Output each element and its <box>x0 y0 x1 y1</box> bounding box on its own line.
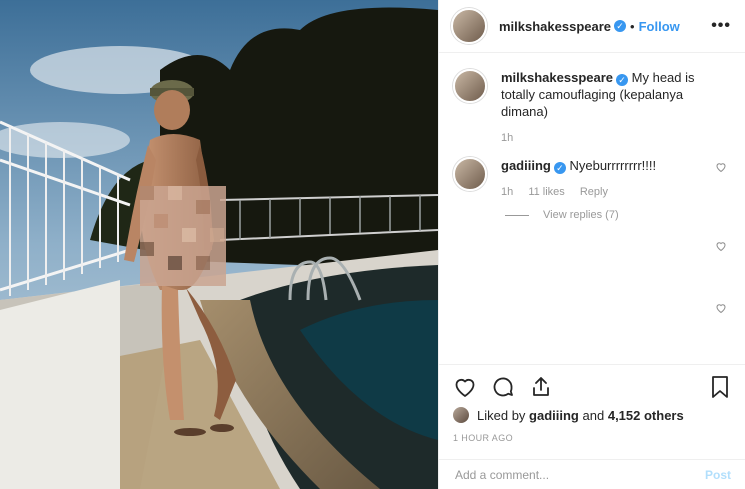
author-username[interactable]: milkshakesspeare <box>499 19 611 34</box>
likes-summary[interactable]: Liked by gadiiing and 4,152 others <box>453 407 731 423</box>
replies-divider <box>505 214 529 216</box>
likes-and: and <box>582 407 605 423</box>
post-side-panel: milkshakesspeare ✓ • Follow ••• milkshak… <box>438 0 745 489</box>
view-replies-label: View replies (7) <box>543 209 619 221</box>
comment-username[interactable]: gadiiing <box>501 158 551 173</box>
author-avatar[interactable] <box>451 8 487 44</box>
caption-meta: 1h <box>501 130 711 147</box>
post-timestamp[interactable]: 1 HOUR AGO <box>453 433 731 443</box>
share-icon[interactable] <box>529 375 553 399</box>
caption-username[interactable]: milkshakesspeare <box>501 70 613 85</box>
comments-list[interactable]: milkshakesspeare ✓ My head is totally cam… <box>439 53 745 364</box>
post-actions: Liked by gadiiing and 4,152 others 1 HOU… <box>439 364 745 443</box>
comment-meta: 1h 11 likes Reply <box>501 184 711 201</box>
caption-body: milkshakesspeare ✓ My head is totally cam… <box>501 69 711 147</box>
verified-badge-icon: ✓ <box>616 74 629 86</box>
comment-reply-button[interactable]: Reply <box>580 186 608 198</box>
small-heart-icon[interactable] <box>715 302 727 314</box>
comment-time[interactable]: 1h <box>501 186 513 198</box>
instagram-post-modal: milkshakesspeare ✓ • Follow ••• milkshak… <box>0 0 745 489</box>
comment-text: Nyeburrrrrrrr!!!! <box>569 158 657 173</box>
add-comment-bar: Post <box>439 459 745 489</box>
heart-icon[interactable] <box>453 375 477 399</box>
header-separator: • <box>630 18 635 34</box>
pool-photo-image <box>0 0 438 489</box>
caption-author-avatar[interactable] <box>453 69 487 103</box>
commenter-avatar[interactable] <box>453 157 487 191</box>
liker-avatar <box>453 407 469 423</box>
caption-time[interactable]: 1h <box>501 132 513 144</box>
comment-icon[interactable] <box>491 375 515 399</box>
caption: milkshakesspeare ✓ My head is totally cam… <box>453 69 731 147</box>
comment-body: gadiiing ✓ Nyeburrrrrrrr!!!! 1h 11 likes … <box>501 157 711 201</box>
comment-likes[interactable]: 11 likes <box>528 186 564 198</box>
verified-badge-icon: ✓ <box>614 20 627 32</box>
follow-button[interactable]: Follow <box>639 19 680 34</box>
likes-user[interactable]: gadiiing <box>529 408 579 423</box>
view-replies-button[interactable]: View replies (7) <box>505 209 731 221</box>
post-header: milkshakesspeare ✓ • Follow ••• <box>439 0 745 53</box>
action-icons-row <box>453 365 731 409</box>
post-comment-button[interactable]: Post <box>705 468 731 482</box>
post-photo[interactable] <box>0 0 438 489</box>
comment-item: gadiiing ✓ Nyeburrrrrrrr!!!! 1h 11 likes … <box>453 157 731 201</box>
add-comment-input[interactable] <box>453 466 705 483</box>
likes-count[interactable]: 4,152 others <box>608 408 684 423</box>
small-heart-icon[interactable] <box>715 240 727 252</box>
bookmark-icon[interactable] <box>709 375 731 399</box>
more-options-icon[interactable]: ••• <box>711 17 731 35</box>
small-heart-icon[interactable] <box>715 161 727 173</box>
likes-prefix: Liked by <box>477 407 526 423</box>
verified-badge-icon: ✓ <box>553 162 566 174</box>
